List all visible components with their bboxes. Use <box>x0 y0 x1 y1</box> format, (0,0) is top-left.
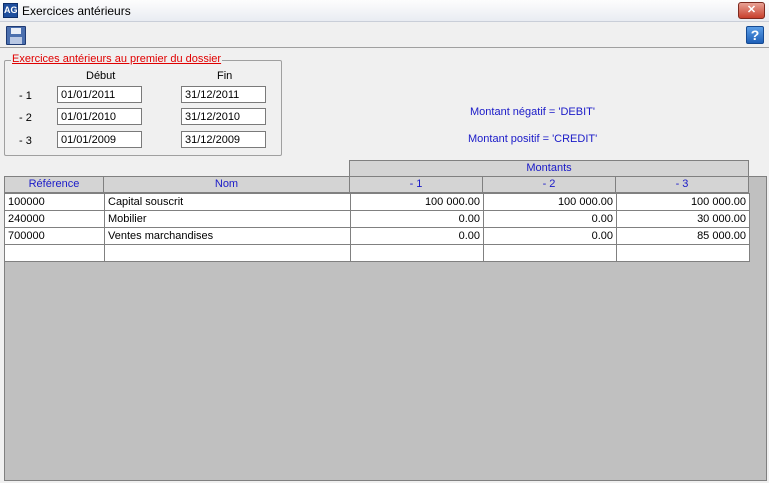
name-cell[interactable] <box>104 244 351 262</box>
end-date-field[interactable] <box>181 86 266 103</box>
column-header-amount-3[interactable]: - 3 <box>615 176 749 193</box>
help-button[interactable]: ? <box>746 26 764 44</box>
amounts-group-header: Montants <box>349 160 749 177</box>
window-title: Exercices antérieurs <box>22 4 131 18</box>
amount-3-cell[interactable] <box>616 244 750 262</box>
start-column-header: Début <box>86 70 116 82</box>
period-row-label: - 3 <box>19 135 32 147</box>
negative-amount-note: Montant négatif = 'DEBIT' <box>470 106 595 118</box>
end-date-field[interactable] <box>181 108 266 125</box>
positive-amount-note: Montant positif = 'CREDIT' <box>468 133 598 145</box>
amount-3-cell[interactable]: 85 000.00 <box>616 227 750 245</box>
toolbar: ? <box>0 22 769 48</box>
period-row-label: - 2 <box>19 112 32 124</box>
start-date-field[interactable] <box>57 108 142 125</box>
table-row[interactable]: 100000 Capital souscrit 100 000.00 100 0… <box>4 193 750 211</box>
amount-1-cell[interactable]: 100 000.00 <box>350 193 484 211</box>
reference-cell[interactable]: 700000 <box>4 227 105 245</box>
amount-2-cell[interactable]: 0.00 <box>483 210 617 228</box>
amount-2-cell[interactable] <box>483 244 617 262</box>
column-header-amount-2[interactable]: - 2 <box>482 176 616 193</box>
name-cell[interactable]: Mobilier <box>104 210 351 228</box>
amount-2-cell[interactable]: 100 000.00 <box>483 193 617 211</box>
app-icon: AG <box>3 3 18 18</box>
amount-3-cell[interactable]: 30 000.00 <box>616 210 750 228</box>
name-cell[interactable]: Capital souscrit <box>104 193 351 211</box>
floppy-label <box>10 37 22 44</box>
floppy-shutter <box>11 28 21 34</box>
amount-1-cell[interactable]: 0.00 <box>350 210 484 228</box>
start-date-field[interactable] <box>57 86 142 103</box>
close-button[interactable]: ✕ <box>738 2 765 19</box>
title-bar: AG Exercices antérieurs ✕ <box>0 0 769 22</box>
amount-1-cell[interactable]: 0.00 <box>350 227 484 245</box>
name-cell[interactable]: Ventes marchandises <box>104 227 351 245</box>
period-row-label: - 1 <box>19 90 32 102</box>
amount-2-cell[interactable]: 0.00 <box>483 227 617 245</box>
end-date-field[interactable] <box>181 131 266 148</box>
floppy-disk-icon[interactable] <box>6 26 26 45</box>
reference-cell[interactable]: 240000 <box>4 210 105 228</box>
table-row[interactable]: 700000 Ventes marchandises 0.00 0.00 85 … <box>4 227 750 245</box>
start-date-field[interactable] <box>57 131 142 148</box>
table-row[interactable]: 240000 Mobilier 0.00 0.00 30 000.00 <box>4 210 750 228</box>
reference-cell[interactable]: 100000 <box>4 193 105 211</box>
reference-cell[interactable] <box>4 244 105 262</box>
new-entry-row[interactable] <box>4 244 750 262</box>
amounts-table: 100000 Capital souscrit 100 000.00 100 0… <box>4 193 750 262</box>
period-group-legend: Exercices antérieurs au premier du dossi… <box>11 53 223 65</box>
end-column-header: Fin <box>217 70 233 82</box>
column-header-amount-1[interactable]: - 1 <box>349 176 483 193</box>
column-header-name[interactable]: Nom <box>103 176 350 193</box>
amount-1-cell[interactable] <box>350 244 484 262</box>
column-header-reference[interactable]: Référence <box>4 176 104 193</box>
amount-3-cell[interactable]: 100 000.00 <box>616 193 750 211</box>
